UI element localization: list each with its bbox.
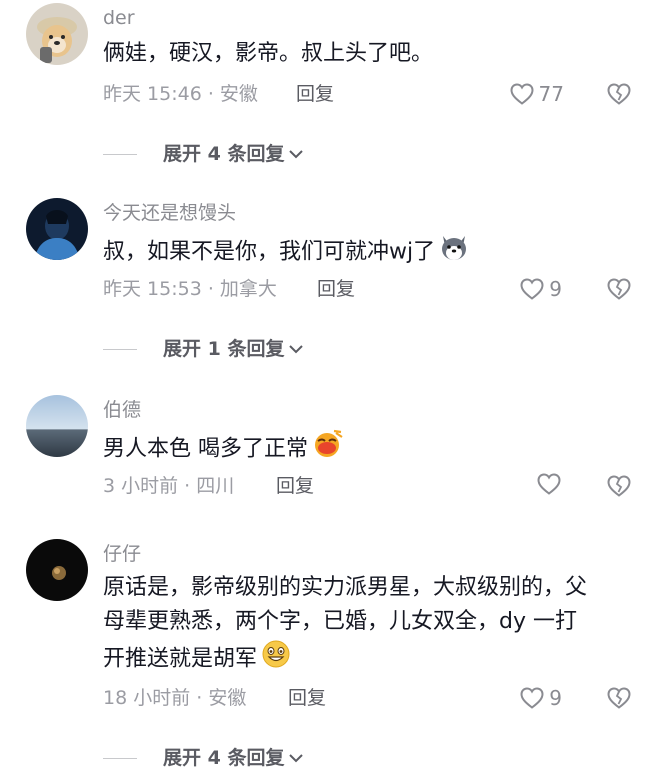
- avatar[interactable]: [26, 395, 88, 457]
- like-button[interactable]: [536, 472, 562, 496]
- reply-button[interactable]: 回复: [317, 275, 355, 303]
- expand-replies-label: 展开 1 条回复: [163, 338, 285, 360]
- chevron-down-icon: [288, 744, 304, 772]
- comment-text-content: 叔，如果不是你，我们可就冲wj了: [103, 239, 436, 265]
- like-button[interactable]: 9: [519, 684, 562, 712]
- expand-replies-label: 展开 4 条回复: [163, 143, 285, 165]
- divider-line: [103, 153, 137, 155]
- like-count: 9: [549, 277, 562, 301]
- comment-item: der 俩娃，硬汉，影帝。叔上头了吧。 昨天 15:46 · 安徽 回复 77 …: [0, 0, 660, 185]
- comment-text-content: 男人本色 喝多了正常: [103, 436, 308, 462]
- divider-line: [103, 348, 137, 350]
- comment-meta: 昨天 15:46 · 安徽: [103, 83, 258, 105]
- tongue-out-emoji: [312, 429, 344, 470]
- broken-heart-icon: [606, 278, 632, 305]
- comment-item: 今天还是想馒头 叔，如果不是你，我们可就冲wj了 昨天 15:53 · 加拿大 …: [0, 195, 660, 380]
- chevron-down-icon: [288, 335, 304, 363]
- comment-text-content: 原话是，影帝级别的实力派男星，大叔级别的，父母辈更熟悉，两个字，已婚，儿女双全，…: [103, 575, 588, 672]
- comment-meta: 昨天 15:53 · 加拿大: [103, 278, 277, 300]
- expand-replies-button[interactable]: 展开 4 条回复: [103, 744, 304, 772]
- comment-meta: 3 小时前 · 四川: [103, 475, 235, 497]
- username[interactable]: 伯德: [103, 398, 141, 422]
- comment-item: 仔仔 原话是，影帝级别的实力派男星，大叔级别的，父母辈更熟悉，两个字，已婚，儿女…: [0, 536, 660, 775]
- broken-heart-icon: [606, 687, 632, 714]
- comment-text: 男人本色 喝多了正常: [103, 429, 598, 470]
- heart-icon: [519, 686, 545, 710]
- dislike-button[interactable]: [606, 686, 632, 714]
- avatar[interactable]: [26, 539, 88, 601]
- dislike-button[interactable]: [606, 474, 632, 502]
- chevron-down-icon: [288, 140, 304, 168]
- like-count: 77: [538, 82, 564, 106]
- comment-item: 伯德 男人本色 喝多了正常 3 小时前 · 四川 回复: [0, 392, 660, 512]
- comment-meta: 18 小时前 · 安徽: [103, 687, 247, 709]
- heart-icon: [509, 82, 535, 106]
- username[interactable]: 仔仔: [103, 542, 141, 566]
- broken-heart-icon: [606, 83, 632, 110]
- username[interactable]: der: [103, 6, 135, 30]
- divider-line: [103, 757, 137, 759]
- expand-replies-label: 展开 4 条回复: [163, 747, 285, 769]
- avatar[interactable]: [26, 198, 88, 260]
- like-button[interactable]: 9: [519, 275, 562, 303]
- expand-replies-button[interactable]: 展开 1 条回复: [103, 335, 304, 363]
- comment-text: 叔，如果不是你，我们可就冲wj了: [103, 232, 623, 273]
- username[interactable]: 今天还是想馒头: [103, 201, 236, 225]
- dislike-button[interactable]: [606, 277, 632, 305]
- dislike-button[interactable]: [606, 82, 632, 110]
- like-button[interactable]: 77: [509, 80, 564, 108]
- reply-button[interactable]: 回复: [296, 80, 334, 108]
- like-count: 9: [549, 686, 562, 710]
- heart-icon: [519, 277, 545, 301]
- reply-button[interactable]: 回复: [288, 684, 326, 712]
- comment-text: 原话是，影帝级别的实力派男星，大叔级别的，父母辈更熟悉，两个字，已婚，儿女双全，…: [103, 571, 593, 680]
- heart-icon: [536, 472, 562, 496]
- comment-text: 俩娃，硬汉，影帝。叔上头了吧。: [103, 41, 434, 66]
- husky-dog-emoji: [439, 232, 469, 273]
- avatar[interactable]: [26, 3, 88, 65]
- broken-heart-icon: [606, 475, 632, 502]
- reply-button[interactable]: 回复: [276, 472, 314, 500]
- expand-replies-button[interactable]: 展开 4 条回复: [103, 140, 304, 168]
- grin-emoji: [261, 639, 291, 680]
